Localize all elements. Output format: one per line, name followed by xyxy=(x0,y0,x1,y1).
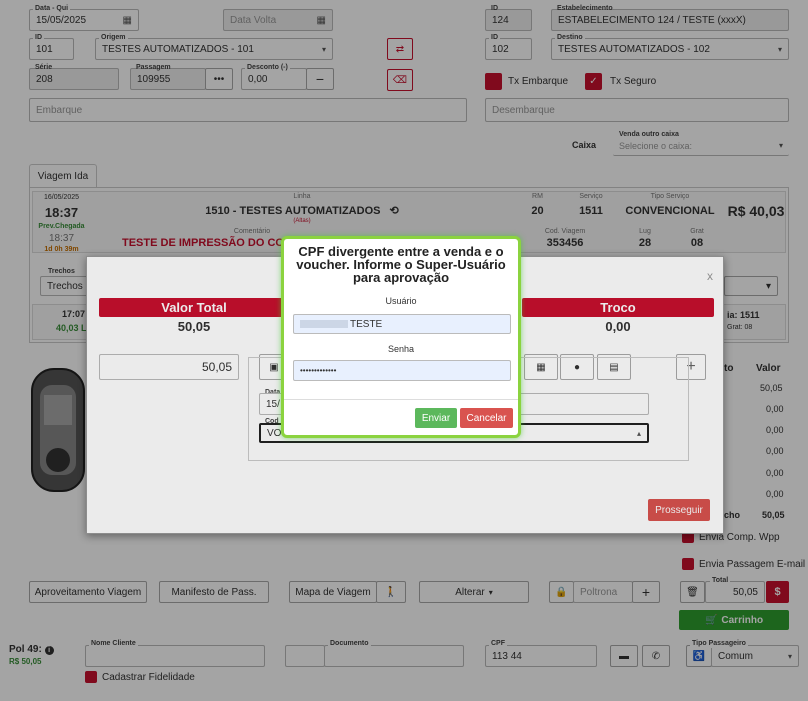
usuario-input[interactable]: TESTE xyxy=(293,314,511,334)
enviar-button[interactable]: Enviar xyxy=(415,408,457,428)
senha-label: Senha xyxy=(387,344,415,354)
cancelar-button[interactable]: Cancelar xyxy=(460,408,513,428)
usuario-label: Usuário xyxy=(385,296,417,306)
approval-divider xyxy=(284,399,518,400)
usuario-mask xyxy=(300,320,348,328)
senha-input[interactable]: ••••••••••••• xyxy=(293,360,511,381)
approval-title: CPF divergente entre a venda e o voucher… xyxy=(296,244,506,285)
approval-modal: CPF divergente entre a venda e o voucher… xyxy=(281,236,521,438)
